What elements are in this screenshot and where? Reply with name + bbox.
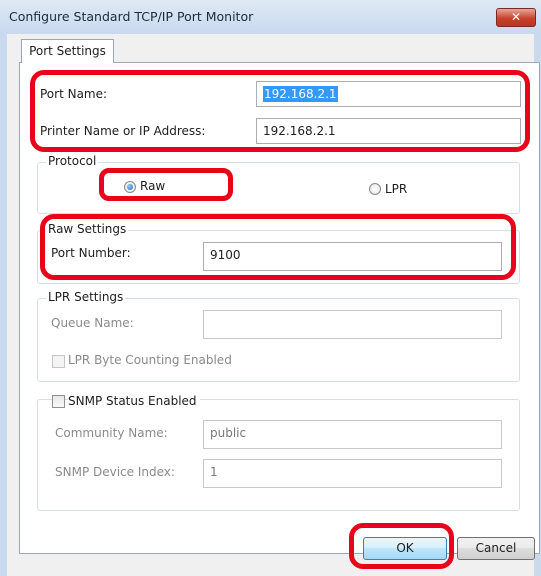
tab-port-settings[interactable]: Port Settings	[21, 39, 114, 63]
community-name-label: Community Name:	[55, 426, 168, 440]
lpr-byte-counting-label[interactable]: LPR Byte Counting Enabled	[68, 353, 232, 367]
raw-settings-title: Raw Settings	[46, 222, 129, 236]
queue-name-input[interactable]	[203, 310, 502, 339]
ok-button[interactable]: OK	[363, 537, 447, 560]
window-frame-left	[0, 34, 7, 576]
printer-address-input[interactable]: 192.168.2.1	[256, 118, 521, 144]
close-icon: ✕	[510, 10, 522, 24]
snmp-device-index-input[interactable]: 1	[203, 459, 502, 488]
lpr-radio[interactable]	[369, 183, 381, 195]
raw-radio[interactable]	[124, 181, 136, 193]
snmp-device-index-label: SNMP Device Index:	[55, 465, 175, 479]
lpr-byte-counting-checkbox[interactable]	[52, 355, 65, 368]
protocol-group	[37, 162, 520, 214]
queue-name-label: Queue Name:	[51, 316, 134, 330]
cancel-button[interactable]: Cancel	[457, 537, 535, 560]
port-name-input[interactable]: 192.168.2.1	[256, 81, 521, 107]
protocol-group-title: Protocol	[46, 154, 99, 168]
lpr-radio-label[interactable]: LPR	[385, 182, 407, 196]
printer-name-label: Printer Name or IP Address:	[40, 124, 206, 138]
snmp-enabled-checkbox[interactable]	[52, 395, 65, 408]
lpr-settings-title: LPR Settings	[46, 290, 126, 304]
snmp-group	[37, 399, 520, 511]
close-button[interactable]: ✕	[496, 8, 536, 27]
snmp-enabled-label[interactable]: SNMP Status Enabled	[68, 394, 200, 408]
raw-radio-label[interactable]: Raw	[140, 179, 165, 193]
window-title: Configure Standard TCP/IP Port Monitor	[9, 9, 254, 24]
port-name-label: Port Name:	[40, 87, 108, 101]
port-number-label: Port Number:	[51, 246, 131, 260]
port-name-value: 192.168.2.1	[263, 86, 338, 102]
title-bar: Configure Standard TCP/IP Port Monitor ✕	[0, 0, 541, 35]
community-name-input[interactable]: public	[203, 420, 502, 449]
port-number-input[interactable]: 9100	[203, 242, 502, 271]
